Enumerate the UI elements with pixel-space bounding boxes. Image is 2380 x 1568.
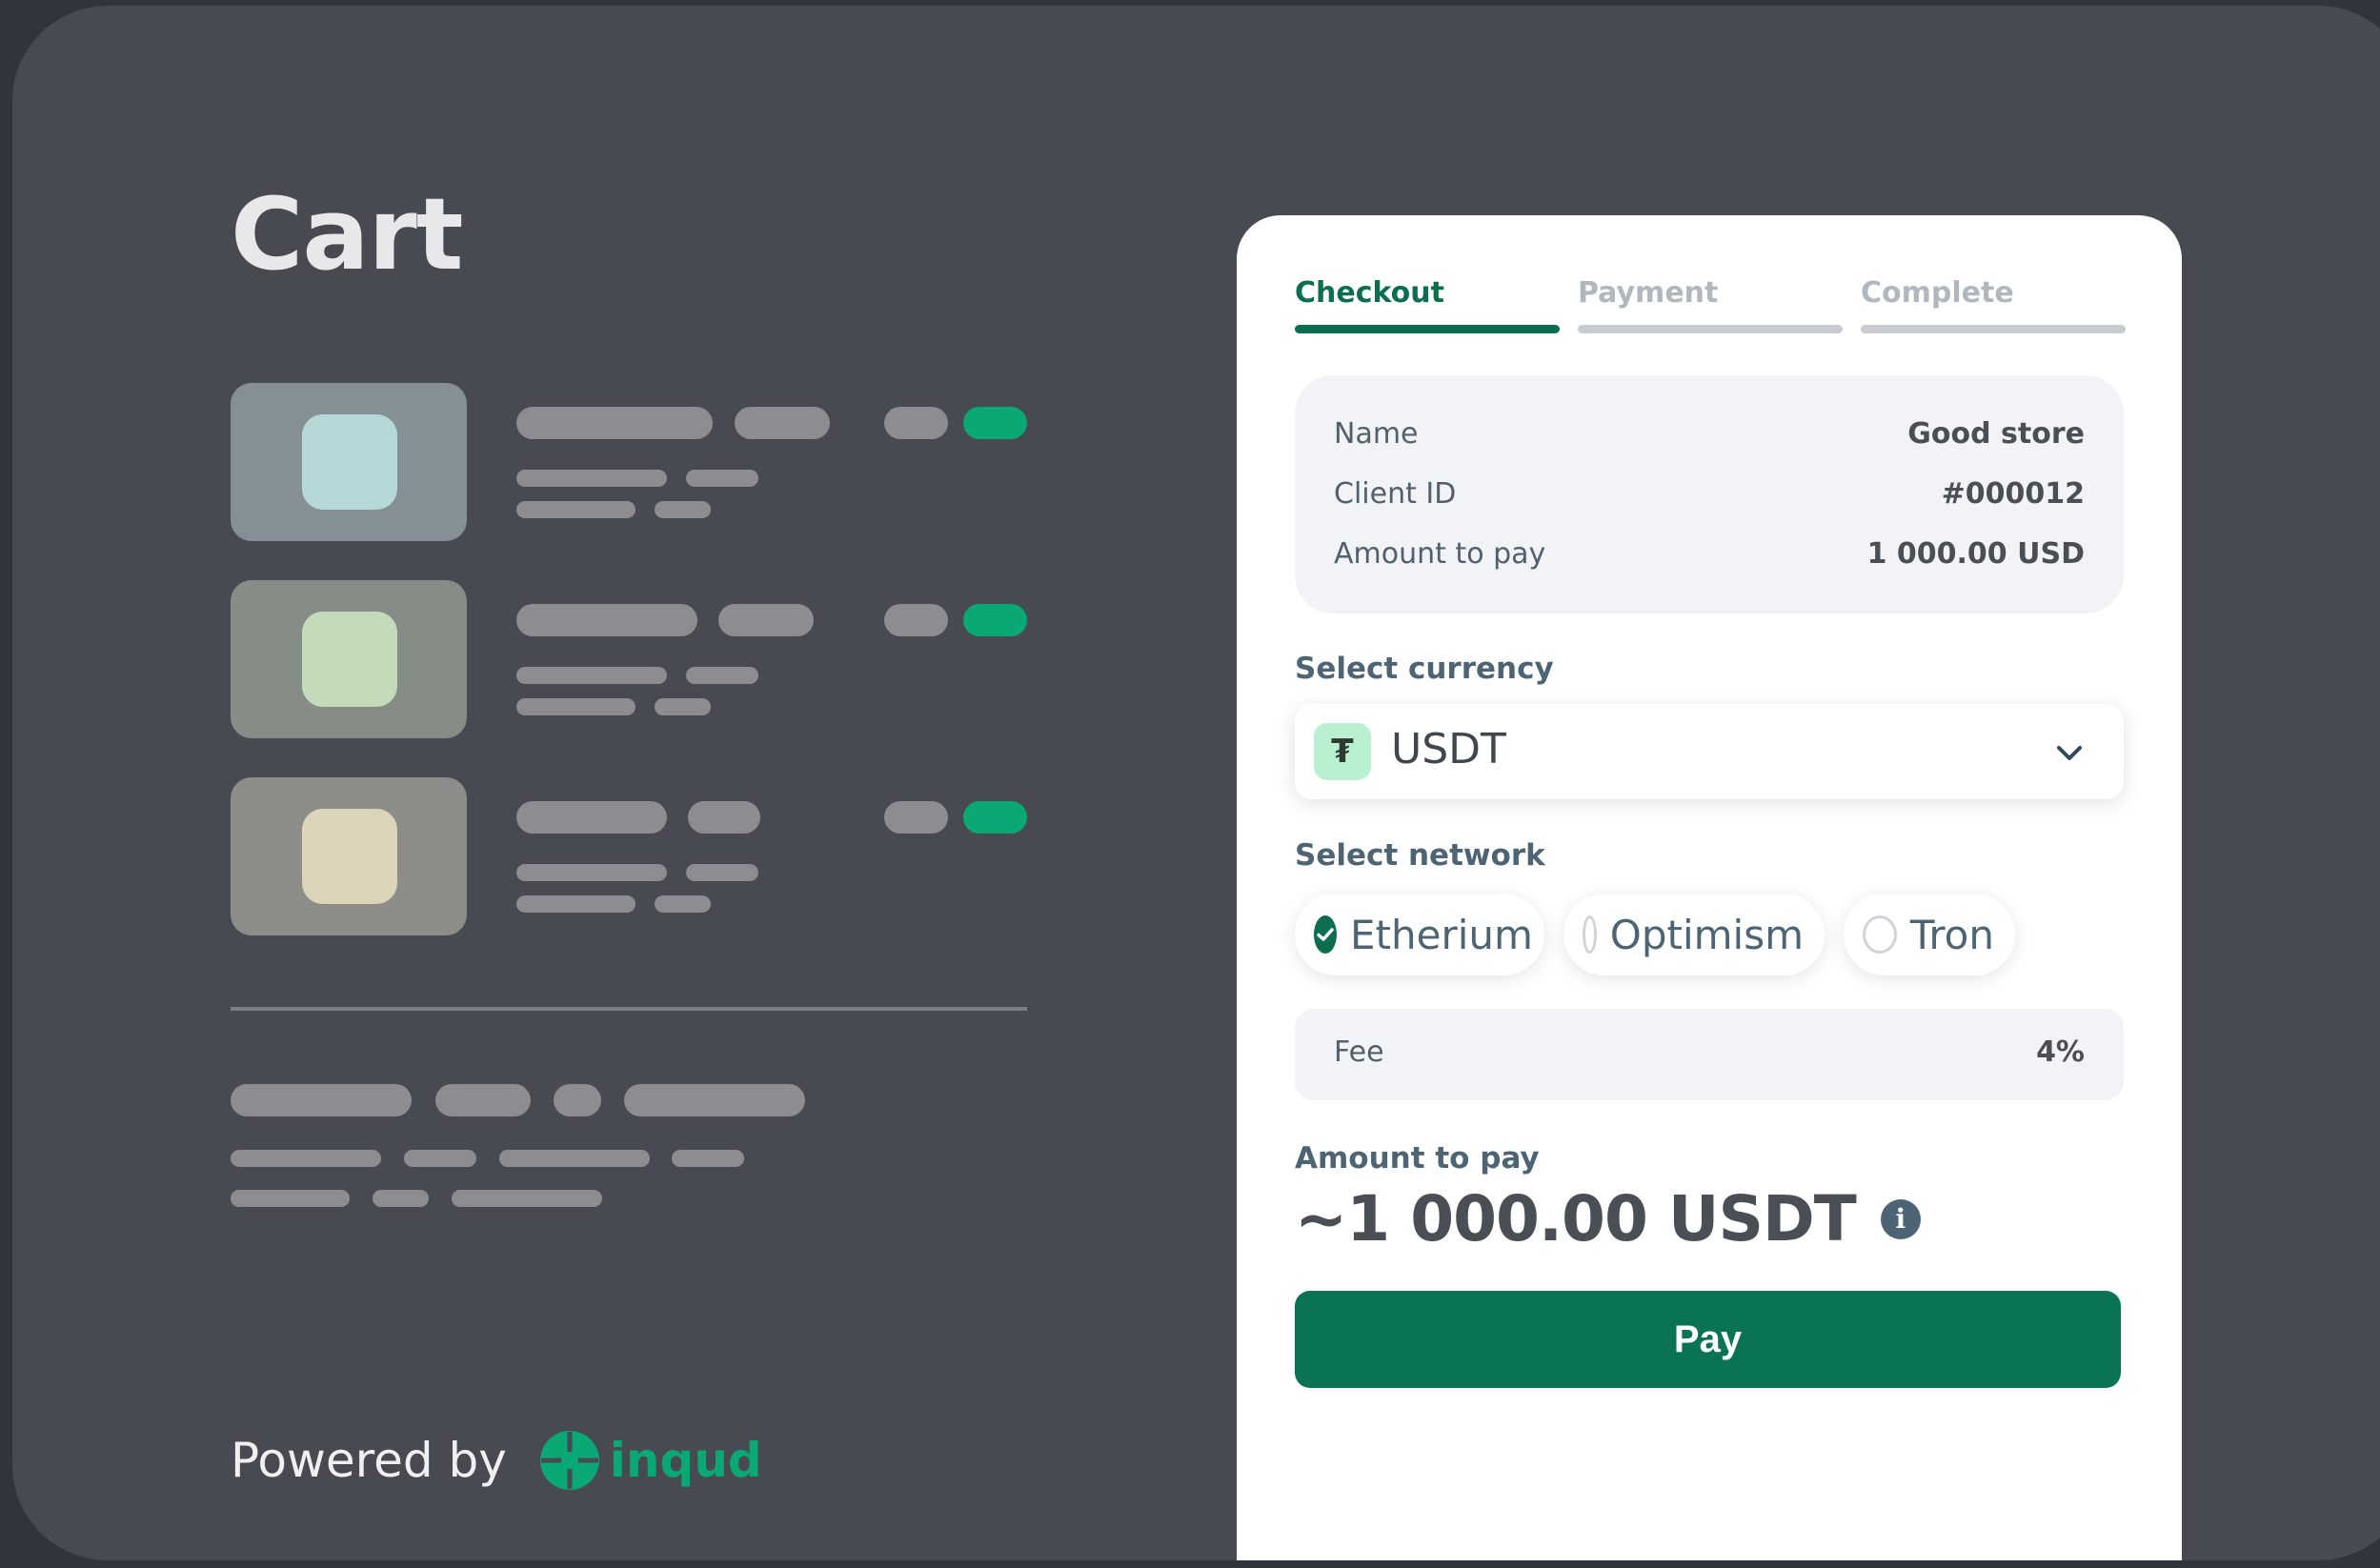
- text-placeholder: [718, 604, 814, 636]
- text-placeholder: [688, 801, 760, 834]
- text-placeholder: [686, 864, 758, 881]
- step-progress-bar: [1861, 325, 2126, 333]
- text-placeholder: [516, 864, 667, 881]
- text-placeholder: [435, 1084, 531, 1116]
- amount-to-pay: ~1 000.00 USDT i: [1295, 1182, 1921, 1256]
- text-placeholder: [655, 698, 711, 715]
- radio-unchecked-icon: [1583, 915, 1597, 954]
- text-placeholder: [624, 1084, 805, 1116]
- order-summary: Name Good store Client ID #000012 Amount…: [1295, 375, 2124, 613]
- step-label: Payment: [1578, 276, 1719, 310]
- text-placeholder: [452, 1190, 602, 1207]
- price-badge-placeholder: [963, 604, 1027, 636]
- currency-dropdown[interactable]: ₮ USDT: [1295, 704, 2124, 799]
- summary-value: Good store: [1907, 416, 2085, 451]
- network-option-optimism[interactable]: Optimism: [1563, 894, 1825, 975]
- text-placeholder: [404, 1150, 476, 1167]
- price-badge-placeholder: [963, 407, 1027, 439]
- page-frame: Cart Powered by inqud Checkout Payment C…: [12, 6, 2380, 1560]
- step-progress-bar: [1578, 325, 1843, 333]
- amount-to-pay-label: Amount to pay: [1295, 1141, 1540, 1176]
- text-placeholder: [554, 1084, 601, 1116]
- check-icon: [1317, 928, 1334, 941]
- text-placeholder: [516, 895, 635, 913]
- pay-button[interactable]: Pay: [1295, 1291, 2121, 1388]
- text-placeholder: [231, 1150, 381, 1167]
- step-progress-bar: [1295, 325, 1560, 333]
- text-placeholder: [231, 1190, 350, 1207]
- text-placeholder: [884, 801, 948, 834]
- network-label: Etherium: [1350, 911, 1533, 958]
- inqud-logo-icon: [539, 1431, 599, 1490]
- network-label: Optimism: [1609, 911, 1804, 958]
- summary-label: Client ID: [1334, 476, 1457, 511]
- text-placeholder: [516, 604, 697, 636]
- info-icon[interactable]: i: [1880, 1198, 1921, 1239]
- amount-value: ~1 000.00 USDT: [1295, 1182, 1857, 1256]
- step-payment[interactable]: Payment: [1578, 276, 1843, 333]
- tether-icon: ₮: [1314, 723, 1371, 780]
- text-placeholder: [655, 895, 711, 913]
- text-placeholder: [516, 698, 635, 715]
- step-complete[interactable]: Complete: [1861, 276, 2126, 333]
- text-placeholder: [516, 470, 667, 487]
- network-option-etherium[interactable]: Etherium: [1295, 894, 1544, 975]
- summary-row-client-id: Client ID #000012: [1334, 474, 2085, 513]
- fee-row: Fee 4%: [1295, 1009, 2124, 1100]
- text-placeholder: [516, 801, 667, 834]
- summary-row-amount: Amount to pay 1 000.00 USD: [1334, 534, 2085, 573]
- fee-value: 4%: [2036, 1035, 2085, 1069]
- chevron-down-icon: [2057, 746, 2082, 760]
- radio-unchecked-icon: [1863, 915, 1897, 954]
- network-label: Tron: [1909, 911, 1994, 958]
- radio-checked-icon: [1314, 915, 1337, 954]
- network-option-tron[interactable]: Tron: [1844, 894, 2015, 975]
- product-image-placeholder: [302, 612, 397, 707]
- summary-label: Name: [1334, 416, 1419, 451]
- cart-title: Cart: [231, 176, 464, 292]
- product-image-placeholder: [302, 414, 397, 510]
- text-placeholder: [516, 407, 713, 439]
- summary-label: Amount to pay: [1334, 536, 1546, 571]
- inqud-brand-name: inqud: [609, 1433, 762, 1488]
- text-placeholder: [686, 667, 758, 684]
- step-label: Complete: [1861, 276, 2014, 310]
- selected-currency: USDT: [1391, 725, 1506, 774]
- powered-by-label: Powered by: [231, 1433, 507, 1488]
- fee-label: Fee: [1334, 1035, 1384, 1069]
- text-placeholder: [231, 1084, 412, 1116]
- powered-by: Powered by inqud: [231, 1430, 762, 1491]
- summary-row-name: Name Good store: [1334, 414, 2085, 452]
- text-placeholder: [516, 501, 635, 518]
- cart-item-thumbnail: [231, 777, 467, 935]
- text-placeholder: [884, 407, 948, 439]
- text-placeholder: [735, 407, 830, 439]
- text-placeholder: [884, 604, 948, 636]
- text-placeholder: [373, 1190, 429, 1207]
- cart-item-thumbnail: [231, 383, 467, 541]
- price-badge-placeholder: [963, 801, 1027, 834]
- text-placeholder: [672, 1150, 744, 1167]
- step-checkout[interactable]: Checkout: [1295, 276, 1560, 333]
- text-placeholder: [499, 1150, 650, 1167]
- checkout-panel: Checkout Payment Complete Name Good stor…: [1237, 215, 2182, 1560]
- select-currency-label: Select currency: [1295, 652, 1554, 686]
- step-label: Checkout: [1295, 276, 1444, 310]
- product-image-placeholder: [302, 809, 397, 904]
- cart-item-thumbnail: [231, 580, 467, 738]
- text-placeholder: [686, 470, 758, 487]
- text-placeholder: [655, 501, 711, 518]
- select-network-label: Select network: [1295, 838, 1545, 873]
- cart-divider: [231, 1007, 1027, 1011]
- summary-value: #000012: [1941, 476, 2085, 511]
- text-placeholder: [516, 667, 667, 684]
- checkout-steps: Checkout Payment Complete: [1295, 276, 2126, 333]
- summary-value: 1 000.00 USD: [1866, 536, 2085, 571]
